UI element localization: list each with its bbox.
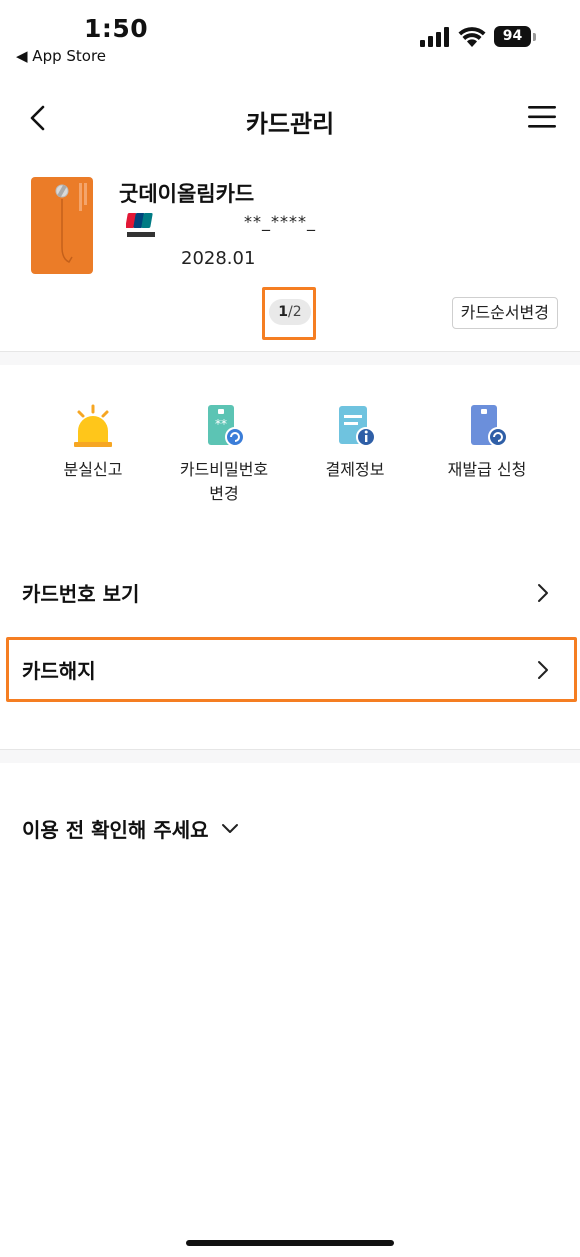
card-expiry: 2028.01 [181,248,256,269]
status-icons: 94 [420,26,536,47]
battery-tip [533,32,536,41]
wifi-icon [458,26,486,47]
cellular-signal-icon [420,26,449,47]
cancel-card-row[interactable]: 카드해지 [0,639,580,699]
quick-menu-label: 결제정보 [325,460,385,479]
alarm-siren-icon [74,404,112,447]
card-name: 굿데이올림카드 [119,182,255,206]
status-time: 1:50 [84,14,149,43]
card-pin-change-icon: ** [208,405,245,447]
notice-toggle[interactable]: 이용 전 확인해 주세요 [22,814,239,843]
cancel-card-label: 카드해지 [22,659,96,683]
back-to-app-link[interactable]: ◀ App Store [16,47,106,65]
quick-menu-label: 카드비밀번호 변경 [179,460,269,503]
payment-info-icon [339,406,376,447]
chevron-right-icon [538,584,548,602]
svg-text:**: ** [215,417,227,431]
view-card-number-label: 카드번호 보기 [22,582,140,606]
lost-report-button[interactable]: 분실신고 [33,404,153,482]
chevron-right-icon [538,661,548,679]
reissue-request-button[interactable]: 재발급 신청 [427,404,547,482]
page-title: 카드관리 [245,110,335,138]
status-bar: 1:50 ◀ App Store 94 [0,0,580,70]
home-indicator[interactable] [186,1240,394,1246]
quick-menu-label: 분실신고 [63,460,123,479]
pager-current: 1 [278,304,289,320]
change-card-order-button[interactable]: 카드순서변경 [451,297,558,329]
change-pin-button[interactable]: ** 카드비밀번호 변경 [164,404,284,506]
nav-bar: 카드관리 [0,90,580,150]
card-number-masked: **_****_ [244,212,316,231]
battery-indicator: 94 [494,26,536,47]
section-divider [0,749,580,763]
card-pager[interactable]: 1/2 [269,299,311,325]
hamburger-menu-icon[interactable] [528,104,556,130]
card-reissue-icon [471,405,508,447]
quick-menu-label: 재발급 신청 [447,460,527,479]
view-card-number-row[interactable]: 카드번호 보기 [0,562,580,622]
pager-total: 2 [292,304,302,320]
battery-level: 94 [494,26,531,47]
card-image[interactable] [31,177,93,274]
section-divider [0,351,580,365]
unionpay-kworld-logo [126,213,155,237]
notice-label: 이용 전 확인해 주세요 [22,818,209,842]
payment-info-button[interactable]: 결제정보 [295,404,415,482]
card-artwork [55,183,87,263]
chevron-down-icon [221,823,238,833]
